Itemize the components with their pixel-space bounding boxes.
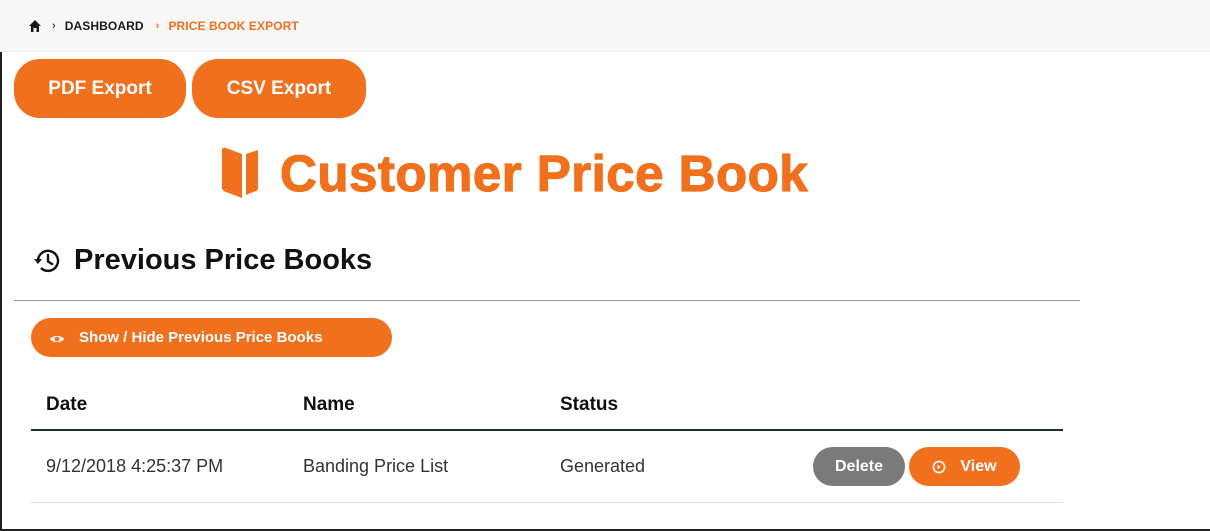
toggle-previous-button[interactable]: Show / Hide Previous Price Books (31, 318, 392, 357)
column-header-name: Name (303, 394, 355, 415)
page-title: Customer Price Book (279, 144, 809, 202)
price-books-table: Date Name Status 9/12/2018 4:25:37 PM Ba… (31, 381, 1063, 503)
column-header-date: Date (46, 394, 88, 415)
column-header-status: Status (560, 394, 619, 415)
view-label: View (960, 457, 997, 475)
page-title-row: Customer Price Book (218, 138, 808, 208)
book-icon (218, 146, 262, 200)
delete-button[interactable]: Delete (813, 447, 905, 486)
previous-price-books-header: Previous Price Books (32, 244, 372, 277)
cell-actions: Delete View (801, 447, 1063, 486)
cell-date: 9/12/2018 4:25:37 PM (46, 456, 224, 476)
table-header: Date Name Status (31, 381, 1063, 431)
cell-status: Generated (560, 456, 646, 476)
chevron-right-icon: › (155, 19, 160, 32)
section-heading: Previous Price Books (74, 244, 373, 276)
chevron-right-icon: › (52, 19, 56, 32)
csv-export-button[interactable]: CSV Export (192, 59, 366, 118)
circle-arrow-icon (932, 460, 946, 474)
breadcrumb-price-book-export: PRICE BOOK EXPORT (168, 18, 299, 33)
home-icon[interactable] (28, 19, 42, 33)
toggle-label: Show / Hide Previous Price Books (79, 329, 323, 346)
pdf-export-button[interactable]: PDF Export (14, 59, 186, 118)
breadcrumb-dashboard[interactable]: DASHBOARD (65, 19, 144, 33)
view-button[interactable]: View (909, 447, 1020, 486)
section-divider (14, 300, 1080, 301)
table-row: 9/12/2018 4:25:37 PM Banding Price List … (31, 431, 1063, 503)
cell-name: Banding Price List (303, 456, 449, 476)
breadcrumb: › DASHBOARD › PRICE BOOK EXPORT (0, 0, 1210, 52)
history-icon (32, 246, 62, 276)
eye-icon (49, 332, 65, 344)
